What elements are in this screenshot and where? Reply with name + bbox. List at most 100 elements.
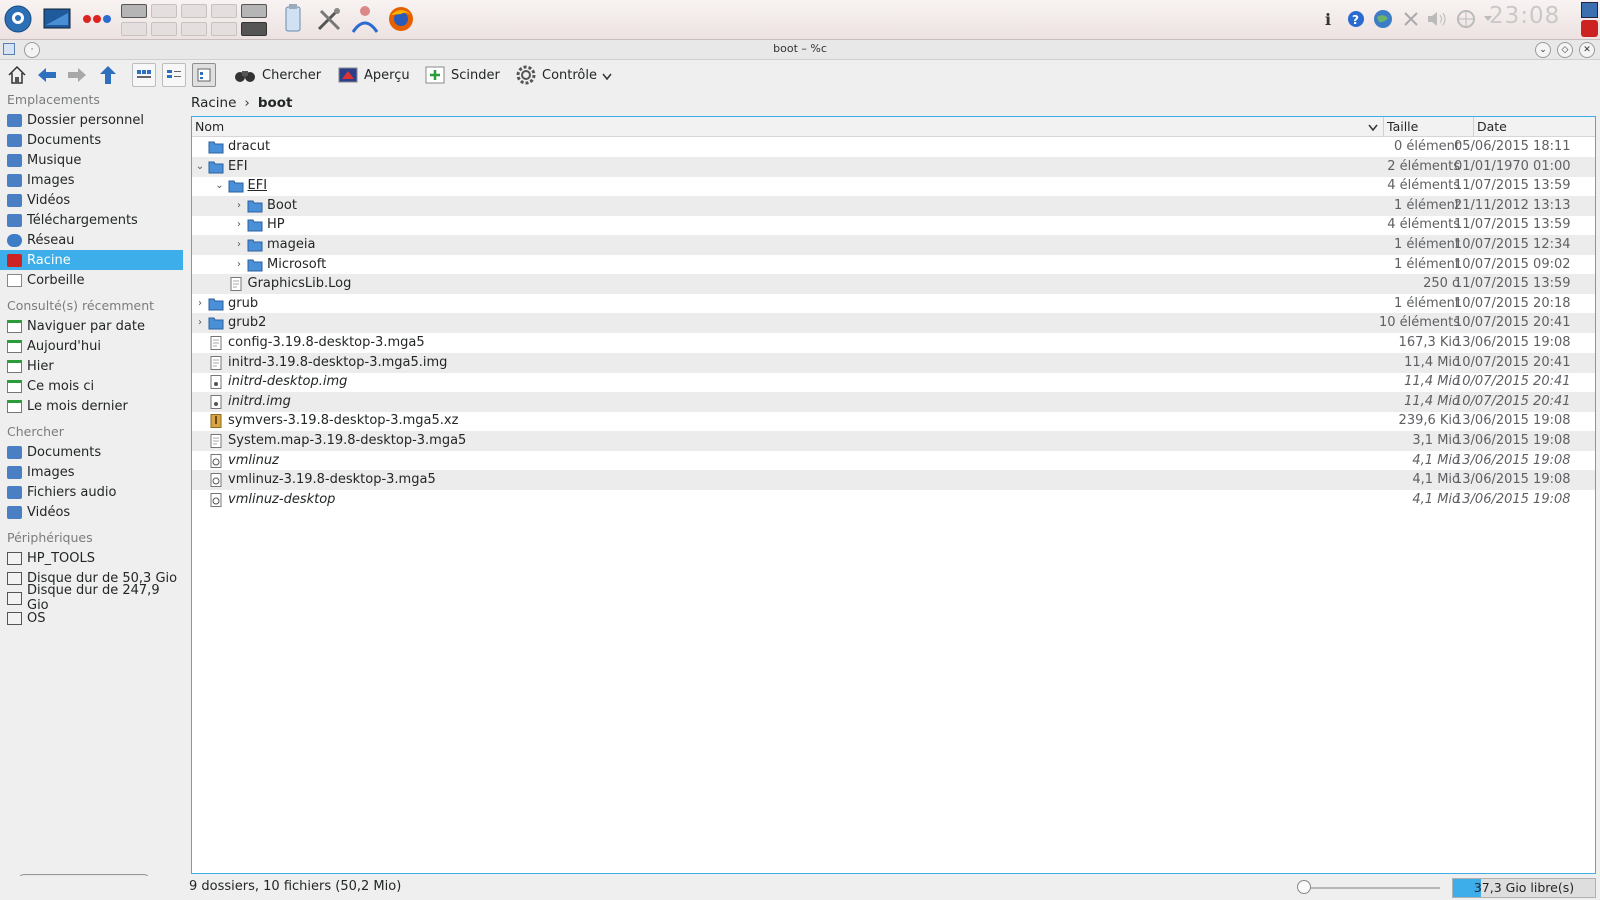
- sidebar-item[interactable]: Images: [0, 462, 183, 482]
- expand-chevron-icon[interactable]: ›: [233, 235, 245, 255]
- sidebar-item-label: Dossier personnel: [27, 112, 145, 128]
- minimize-button[interactable]: ⌄: [1535, 42, 1551, 58]
- firefox-icon[interactable]: [386, 2, 416, 36]
- table-row[interactable]: dracut 0 élément 05/06/2015 18:11: [192, 137, 1595, 157]
- table-row[interactable]: vmlinuz 4,1 Mio 13/06/2015 19:08: [192, 451, 1595, 471]
- table-row[interactable]: vmlinuz-3.19.8-desktop-3.mga5 4,1 Mio 13/0…: [192, 470, 1595, 491]
- sidebar-item[interactable]: Ce mois ci: [0, 376, 183, 396]
- collapse-chevron-icon[interactable]: ⌄: [194, 157, 206, 177]
- sidebar-item[interactable]: Vidéos: [0, 502, 183, 522]
- sidebar-item[interactable]: Images: [0, 170, 183, 190]
- column-date[interactable]: Date: [1473, 117, 1595, 137]
- split-button[interactable]: Scinder: [425, 63, 500, 87]
- volume-icon[interactable]: [1425, 2, 1449, 36]
- table-row[interactable]: › Boot 1 élément 21/11/2012 13:13: [192, 195, 1595, 216]
- window-titlebar[interactable]: · boot – %c ⌄ ◇ ✕: [0, 40, 1600, 60]
- sidebar-item[interactable]: Fichiers audio: [0, 482, 183, 502]
- sidebar-item[interactable]: Le mois dernier: [0, 396, 183, 416]
- sidebar-item[interactable]: Aujourd'hui: [0, 336, 183, 356]
- sidebar-item[interactable]: Documents: [0, 130, 183, 150]
- clock[interactable]: 23:08: [1489, 3, 1560, 29]
- breadcrumb-root[interactable]: Racine: [191, 95, 236, 111]
- sidebar-item[interactable]: HP_TOOLS: [0, 548, 183, 568]
- table-row[interactable]: config-3.19.8-desktop-3.mga5 167,3 Kio 13/…: [192, 333, 1595, 353]
- maximize-button[interactable]: ◇: [1557, 42, 1573, 58]
- up-button[interactable]: [96, 63, 120, 87]
- show-desktop-icon[interactable]: [1581, 2, 1598, 18]
- icon-view-button[interactable]: [132, 63, 156, 87]
- file-size: 11,4 Mio: [1404, 374, 1460, 390]
- table-row[interactable]: › grub2 10 éléments 10/07/2015 20:41: [192, 313, 1595, 334]
- preview-button[interactable]: Aperçu: [338, 63, 410, 87]
- table-row[interactable]: symvers-3.19.8-desktop-3.mga5.xz 239,6 Ki…: [192, 411, 1595, 431]
- back-button[interactable]: [35, 63, 59, 87]
- help-icon[interactable]: ?: [1346, 2, 1366, 36]
- table-row[interactable]: › HP 4 éléments 11/07/2015 13:59: [192, 215, 1595, 235]
- column-name[interactable]: Nom: [192, 117, 1358, 137]
- collapse-chevron-icon[interactable]: ⌄: [214, 176, 226, 196]
- expand-chevron-icon[interactable]: ›: [194, 294, 206, 314]
- free-space-indicator[interactable]: 37,3 Gio libre(s): [1452, 878, 1596, 898]
- network-user-icon[interactable]: [350, 2, 380, 36]
- info-icon[interactable]: i: [1318, 2, 1338, 36]
- search-button[interactable]: Chercher: [234, 63, 321, 87]
- home-button[interactable]: [5, 63, 29, 87]
- close-button[interactable]: ✕: [1579, 42, 1595, 58]
- sidebar-section-title: Consulté(s) récemment: [7, 298, 155, 313]
- compact-view-button[interactable]: [162, 63, 186, 87]
- sidebar-item[interactable]: Racine: [0, 250, 183, 270]
- sidebar-item[interactable]: Disque dur de 247,9 Gio: [0, 583, 183, 613]
- control-button[interactable]: Contrôle: [516, 63, 597, 87]
- expand-chevron-icon[interactable]: ›: [233, 215, 245, 235]
- column-size[interactable]: Taille: [1383, 117, 1472, 137]
- sidebar-item[interactable]: Documents: [0, 442, 183, 462]
- sidebar-item[interactable]: Corbeille: [0, 270, 183, 290]
- table-row[interactable]: initrd.img 11,4 Mio 10/07/2015 20:41: [192, 391, 1595, 412]
- table-row[interactable]: ⌄ EFI 2 éléments 01/01/1970 01:00: [192, 156, 1595, 177]
- expand-chevron-icon[interactable]: ›: [233, 196, 245, 216]
- file-list-view[interactable]: Nom Taille Date dracut 0 élément 05/06/201…: [191, 116, 1596, 874]
- x-icon[interactable]: [1401, 2, 1421, 36]
- sidebar-item[interactable]: Téléchargements: [0, 210, 183, 230]
- desktop-icon[interactable]: [42, 2, 72, 36]
- expand-chevron-icon[interactable]: ›: [233, 255, 245, 275]
- power-icon[interactable]: [1581, 20, 1598, 37]
- globe-icon[interactable]: [1373, 2, 1393, 36]
- kde-menu-icon[interactable]: [3, 2, 33, 36]
- back-arrow-icon: [38, 68, 56, 82]
- table-row[interactable]: System.map-3.19.8-desktop-3.mga5 3,1 Mio 1…: [192, 431, 1595, 451]
- expand-chevron-icon[interactable]: ›: [194, 313, 206, 333]
- zoom-slider-handle[interactable]: [1297, 880, 1311, 894]
- toolbar-overflow-chevron-icon[interactable]: [602, 70, 612, 84]
- sidebar-item[interactable]: Réseau: [0, 230, 183, 250]
- sidebar-splitter[interactable]: [185, 100, 187, 870]
- sidebar-item[interactable]: Naviguer par date: [0, 316, 183, 336]
- details-view-button[interactable]: [192, 63, 216, 87]
- virtual-desktop-pager[interactable]: [121, 2, 269, 38]
- sort-chevron-icon[interactable]: [1368, 120, 1378, 135]
- table-row[interactable]: initrd-desktop.img 11,4 Mio 10/07/2015 20:…: [192, 372, 1595, 392]
- sidebar-item-label: Corbeille: [27, 272, 85, 288]
- task-dots-icon[interactable]: [80, 2, 114, 36]
- forward-button[interactable]: [65, 63, 89, 87]
- breadcrumb-current[interactable]: boot: [258, 95, 293, 111]
- file-size: 2 éléments: [1387, 158, 1460, 174]
- table-row[interactable]: GraphicsLib.Log 250 o 11/07/2015 13:59: [192, 274, 1595, 295]
- file-date: 13/06/2015 19:08: [1454, 452, 1571, 468]
- zoom-slider-track[interactable]: [1300, 887, 1440, 889]
- table-row[interactable]: vmlinuz-desktop 4,1 Mio 13/06/2015 19:08: [192, 490, 1595, 510]
- table-row[interactable]: › grub 1 élément 10/07/2015 20:18: [192, 294, 1595, 314]
- table-row[interactable]: initrd-3.19.8-desktop-3.mga5.img 11,4 Mio…: [192, 352, 1595, 373]
- network-icon[interactable]: [1455, 2, 1477, 36]
- sidebar-item[interactable]: Hier: [0, 356, 183, 376]
- table-row[interactable]: › mageia 1 élément 10/07/2015 12:34: [192, 235, 1595, 255]
- free-space-label: 37,3 Gio libre(s): [1473, 880, 1575, 895]
- tools-icon[interactable]: [314, 2, 344, 36]
- table-row[interactable]: › Microsoft 1 élément 10/07/2015 09:02: [192, 255, 1595, 275]
- column-date-label: Date: [1477, 119, 1507, 134]
- sidebar-item[interactable]: Vidéos: [0, 190, 183, 210]
- sidebar-item[interactable]: Musique: [0, 150, 183, 170]
- sidebar-item[interactable]: Dossier personnel: [0, 110, 183, 130]
- table-row[interactable]: ⌄ EFI 4 éléments 11/07/2015 13:59: [192, 176, 1595, 196]
- clipboard-icon[interactable]: [281, 2, 305, 36]
